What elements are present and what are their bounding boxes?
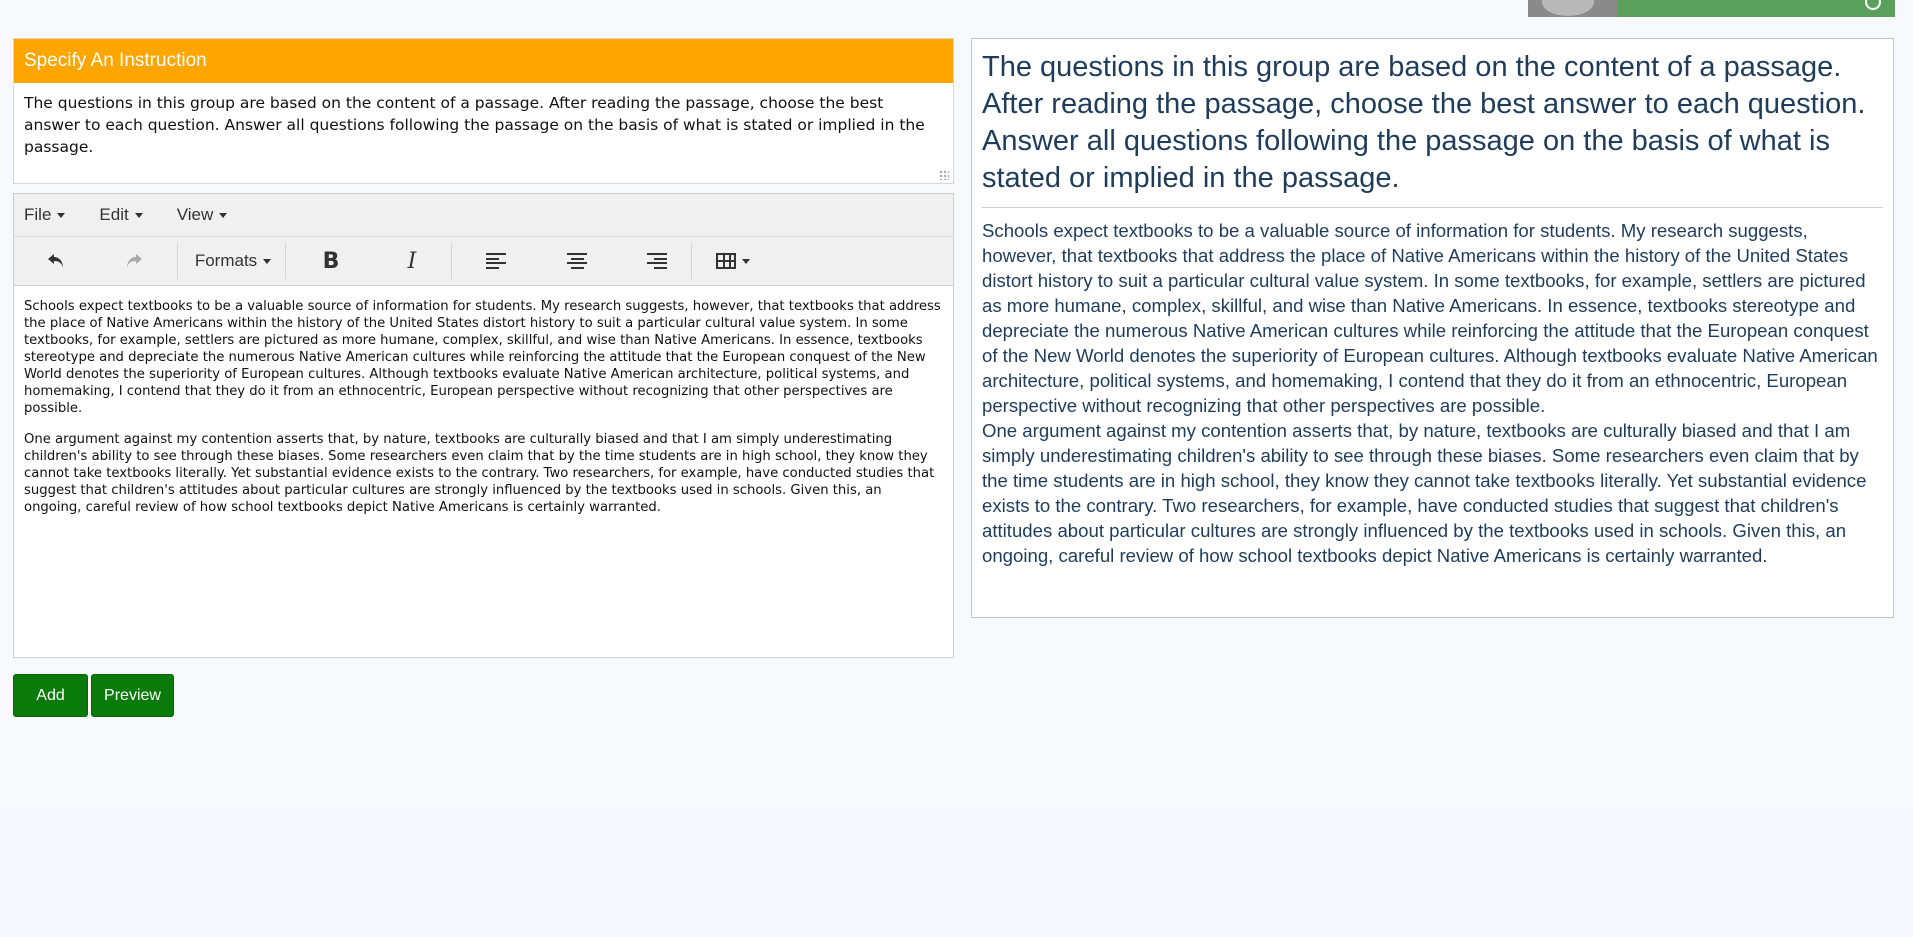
- redo-icon: [127, 254, 142, 268]
- rich-text-editor: File Edit View Formats B I Schools expec…: [13, 193, 954, 658]
- toolbar-separator: [177, 243, 178, 279]
- chevron-down-icon: [263, 258, 272, 264]
- preview-body: Schools expect textbooks to be a valuabl…: [982, 218, 1883, 568]
- preview-panel: The questions in this group are based on…: [971, 38, 1894, 618]
- align-left-icon: [486, 253, 506, 269]
- align-right-button[interactable]: [643, 247, 671, 275]
- user-avatar[interactable]: [1528, 0, 1618, 17]
- align-center-button[interactable]: [563, 247, 591, 275]
- editor-paragraph: One argument against my contention asser…: [24, 432, 935, 515]
- top-action-bar[interactable]: [1617, 0, 1895, 17]
- preview-button[interactable]: Preview: [91, 674, 174, 717]
- align-center-icon: [567, 253, 587, 269]
- avatar-face: [1542, 0, 1594, 16]
- chevron-down-icon: [134, 212, 143, 218]
- align-right-icon: [647, 253, 667, 269]
- align-left-button[interactable]: [482, 247, 510, 275]
- add-button[interactable]: Add: [13, 674, 88, 717]
- formats-dropdown[interactable]: Formats: [192, 247, 274, 275]
- table-icon: [716, 253, 736, 269]
- undo-icon: [48, 254, 63, 268]
- preview-paragraph: One argument against my contention asser…: [982, 420, 1867, 566]
- toolbar-separator: [285, 243, 286, 279]
- menu-view-label: View: [176, 205, 214, 224]
- menu-edit[interactable]: Edit: [99, 205, 143, 225]
- preview-paragraph: Schools expect textbooks to be a valuabl…: [982, 220, 1878, 416]
- editor-content-area[interactable]: Schools expect textbooks to be a valuabl…: [14, 286, 953, 542]
- instruction-textarea[interactable]: The questions in this group are based on…: [14, 83, 953, 167]
- resize-handle-icon[interactable]: [939, 170, 949, 180]
- toolbar-separator: [691, 243, 692, 279]
- menu-file-label: File: [24, 205, 52, 224]
- toolbar-separator: [451, 243, 452, 279]
- chevron-down-icon: [742, 258, 750, 264]
- editor-toolbar: Formats B I: [14, 237, 953, 286]
- menu-edit-label: Edit: [99, 205, 129, 224]
- instruction-header: Specify An Instruction: [14, 39, 953, 83]
- chevron-down-icon: [219, 212, 228, 218]
- italic-button[interactable]: I: [398, 247, 426, 275]
- instruction-panel: Specify An Instruction The questions in …: [13, 38, 954, 184]
- editor-paragraph: Schools expect textbooks to be a valuabl…: [24, 299, 941, 416]
- undo-button[interactable]: [42, 247, 70, 275]
- menu-file[interactable]: File: [24, 205, 66, 225]
- preview-title: The questions in this group are based on…: [982, 49, 1883, 208]
- editor-menubar: File Edit View: [14, 194, 953, 237]
- bold-button[interactable]: B: [317, 247, 345, 275]
- chat-icon[interactable]: [1865, 0, 1881, 10]
- table-button[interactable]: [713, 247, 753, 275]
- formats-label: Formats: [194, 251, 258, 270]
- menu-view[interactable]: View: [177, 205, 228, 225]
- chevron-down-icon: [57, 212, 66, 218]
- page-footer-band: [0, 808, 1913, 937]
- redo-button[interactable]: [120, 247, 148, 275]
